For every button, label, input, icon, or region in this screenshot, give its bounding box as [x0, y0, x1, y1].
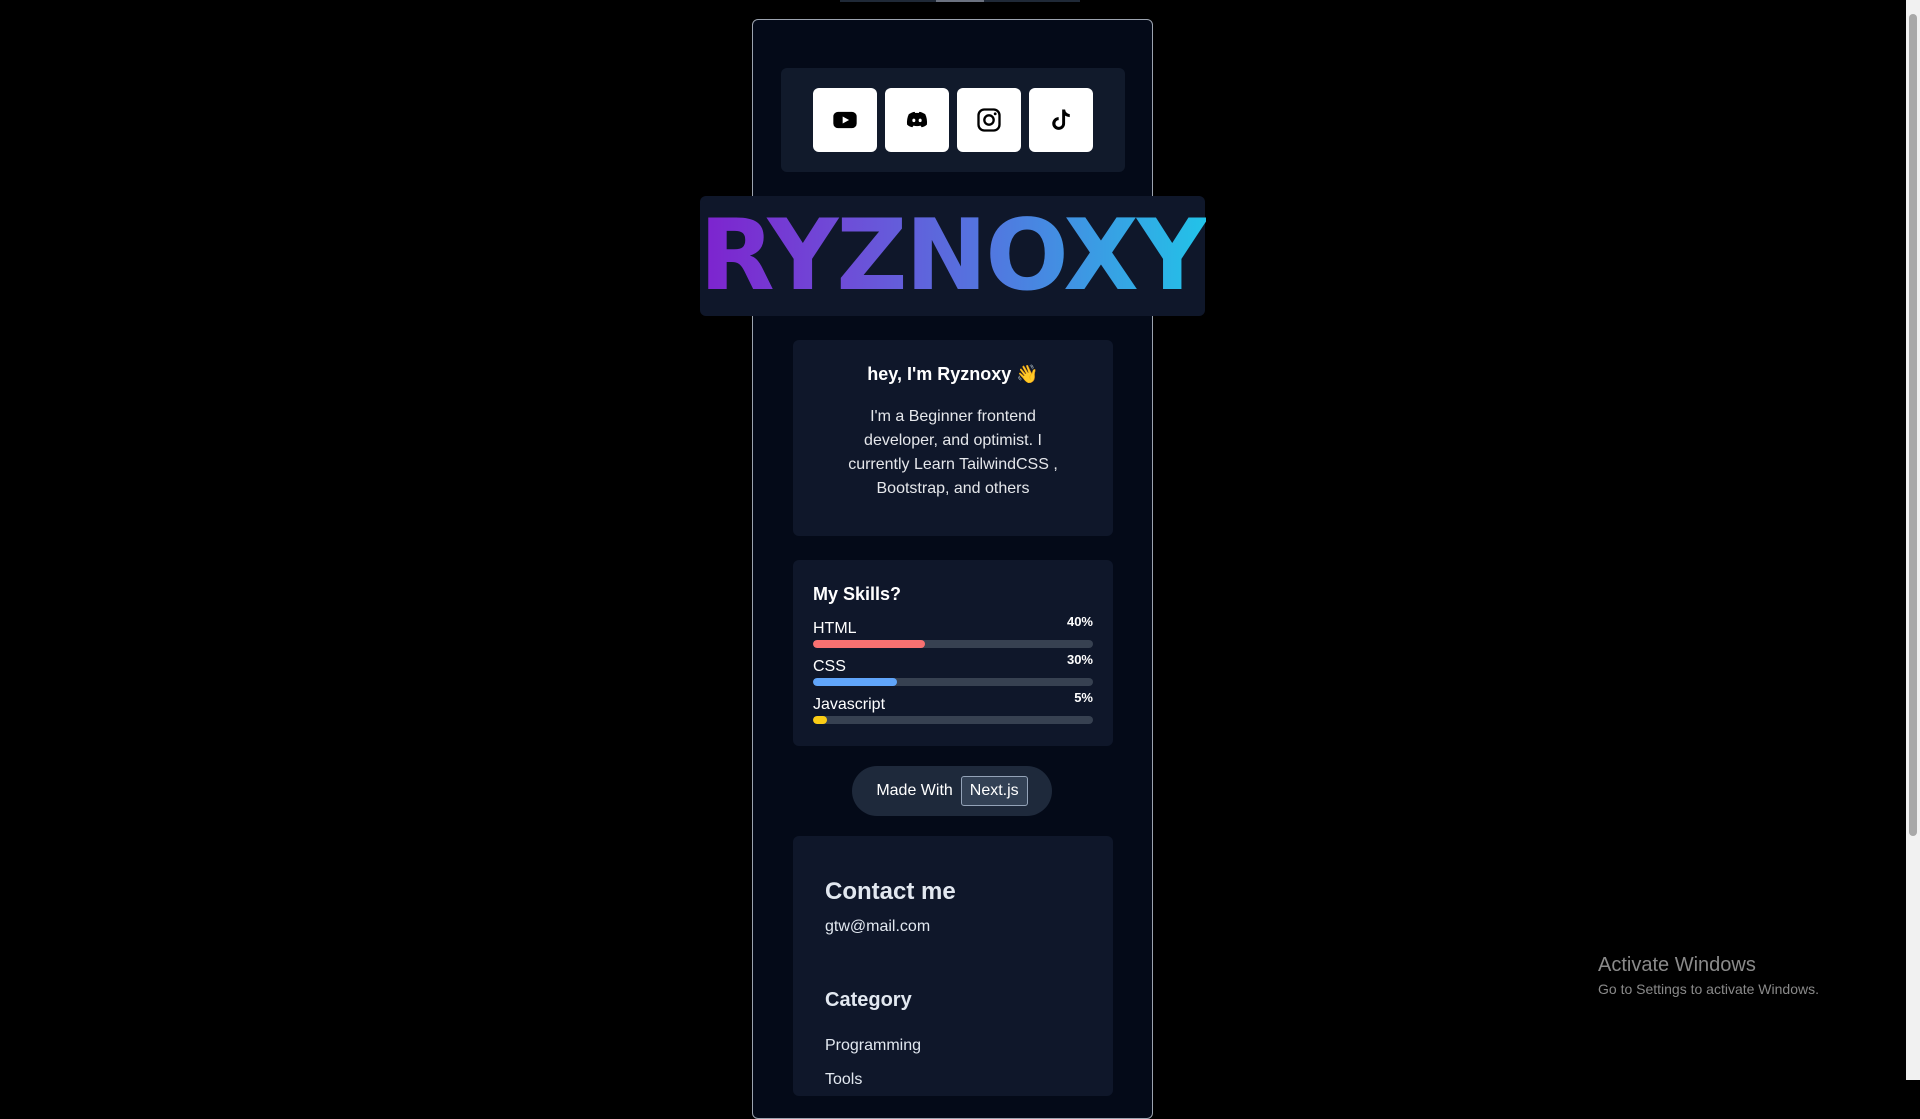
- skill-percent: 5%: [1074, 690, 1093, 705]
- contact-email[interactable]: gtw@mail.com: [825, 918, 930, 936]
- skills-title: My Skills?: [813, 584, 902, 604]
- skill-row-css: CSS 30%: [813, 652, 1093, 688]
- watermark-line-2: Go to Settings to activate Windows.: [1598, 981, 1819, 997]
- social-links-bar: [781, 68, 1125, 172]
- active-tab-indicator: [936, 0, 984, 2]
- instagram-icon: [977, 108, 1001, 132]
- youtube-link-button[interactable]: [813, 88, 877, 152]
- os-activation-watermark: Activate Windows Go to Settings to activ…: [1598, 954, 1819, 997]
- skills-panel: My Skills? HTML 40% CSS 30% Javascript 5%: [793, 560, 1113, 746]
- skill-progress-fill: [813, 640, 925, 648]
- skill-row-html: HTML 40%: [813, 614, 1093, 650]
- intro-panel: hey, I'm Ryznoxy 👋 I'm a Beginner fronte…: [793, 340, 1113, 536]
- category-title: Category: [825, 989, 912, 1011]
- scrollbar-thumb[interactable]: [1909, 14, 1917, 836]
- skill-name: HTML: [813, 620, 857, 637]
- discord-link-button[interactable]: [885, 88, 949, 152]
- youtube-icon: [833, 111, 857, 129]
- made-with-badge: Made With Next.js: [852, 766, 1052, 816]
- skill-progress-track: [813, 678, 1093, 686]
- skill-percent: 30%: [1066, 652, 1093, 667]
- instagram-link-button[interactable]: [957, 88, 1021, 152]
- category-item[interactable]: Programming: [825, 1037, 921, 1055]
- brand-banner: RYZNOXY: [699, 196, 1208, 316]
- tiktok-icon: [1052, 109, 1070, 130]
- tech-badge[interactable]: Next.js: [960, 776, 1028, 806]
- skill-progress-fill: [813, 678, 897, 686]
- skill-progress-fill: [813, 716, 827, 724]
- skill-row-javascript: Javascript 5%: [813, 690, 1093, 726]
- contact-panel: Contact me gtw@mail.com Category Program…: [793, 836, 1113, 1096]
- page-scrollbar[interactable]: [1906, 0, 1920, 1080]
- tiktok-link-button[interactable]: [1029, 88, 1093, 152]
- brand-name: RYZNOXY: [699, 199, 1207, 313]
- skill-progress-track: [813, 640, 1093, 648]
- intro-body: I'm a Beginner frontend developer, and o…: [848, 408, 1058, 497]
- skill-name: Javascript: [813, 696, 886, 713]
- discord-icon: [906, 111, 928, 128]
- category-item[interactable]: Tools: [825, 1071, 862, 1089]
- skill-progress-track: [813, 716, 1093, 724]
- intro-title: hey, I'm Ryznoxy 👋: [867, 364, 1039, 384]
- made-with-label: Made With: [876, 782, 953, 799]
- top-tab-strip: [840, 0, 1080, 2]
- contact-title: Contact me: [825, 878, 956, 905]
- watermark-line-1: Activate Windows: [1598, 954, 1756, 976]
- skill-name: CSS: [813, 658, 846, 675]
- skill-percent: 40%: [1066, 614, 1093, 629]
